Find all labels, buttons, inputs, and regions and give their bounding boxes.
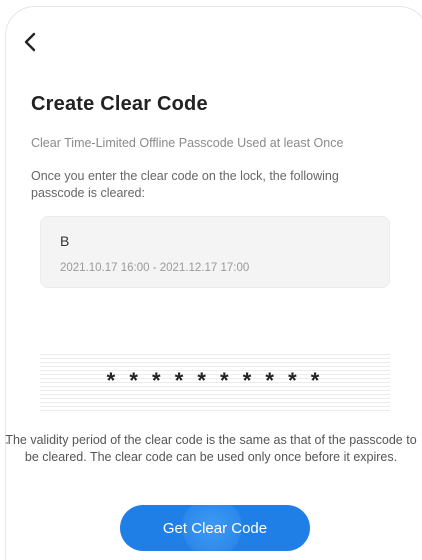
passcode-validity-period: 2021.10.17 16:00 - 2021.12.17 17:00 [60, 262, 250, 274]
validity-note: The validity period of the clear code is… [5, 433, 417, 464]
get-clear-code-button[interactable]: Get Clear Code [120, 505, 310, 551]
back-button[interactable] [18, 28, 42, 56]
page-title: Create Clear Code [31, 93, 208, 115]
clear-code-screen: Create Clear Code Clear Time-Limited Off… [0, 0, 422, 560]
clear-code-display: * * * * * * * * * * [40, 354, 390, 414]
page-subtitle: Clear Time-Limited Offline Passcode Used… [31, 136, 344, 150]
passcode-card: B 2021.10.17 16:00 - 2021.12.17 17:00 [40, 216, 390, 288]
page-description: Once you enter the clear code on the loc… [31, 169, 339, 200]
chevron-left-icon [23, 31, 37, 53]
passcode-name: B [60, 233, 70, 249]
get-clear-code-label: Get Clear Code [162, 519, 268, 537]
clear-code-value: * * * * * * * * * * [106, 368, 324, 393]
